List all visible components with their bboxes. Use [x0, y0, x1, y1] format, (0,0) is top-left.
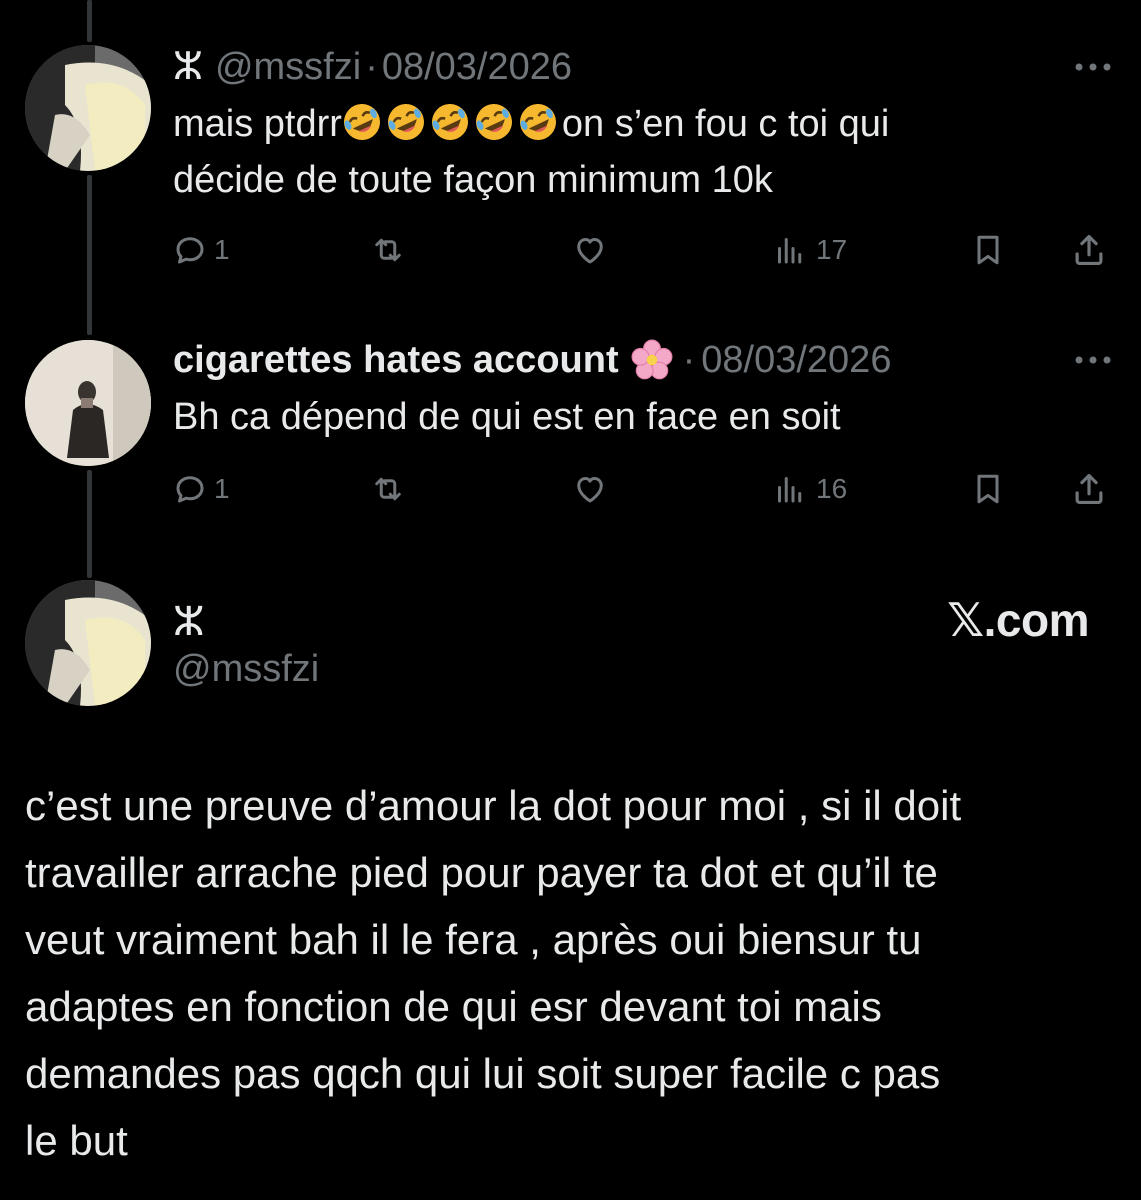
display-name[interactable]: cigarettes hates account [173, 338, 619, 382]
more-options-icon[interactable] [1073, 353, 1113, 367]
share-button[interactable] [1070, 464, 1108, 514]
rolling-on-floor-laughing-emoji [387, 104, 424, 140]
avatar[interactable] [25, 340, 151, 466]
post-line: adaptes en fonction de qui esr devant to… [25, 983, 882, 1030]
retweet-icon [375, 238, 401, 262]
display-name[interactable]: ⵣ [173, 45, 203, 89]
user-handle[interactable]: @mssfzi [173, 648, 319, 691]
heart-icon [577, 477, 603, 503]
views-button[interactable]: 17 [770, 225, 847, 275]
reply-button[interactable]: 1 [172, 464, 230, 514]
tweet-date[interactable]: 08/03/2026 [382, 45, 572, 89]
rolling-on-floor-laughing-emoji [343, 104, 380, 140]
thread-line-top [87, 0, 92, 42]
like-button[interactable] [570, 464, 610, 514]
tweet-date[interactable]: 08/03/2026 [701, 338, 891, 382]
display-name[interactable]: ⵣ [173, 599, 205, 645]
retweet-button[interactable] [368, 225, 408, 275]
tweet-actions: 1 16 [172, 464, 1117, 514]
text-segment: mais ptdrr [173, 103, 342, 145]
tweet-text-line: décide de toute façon minimum 10k [173, 159, 773, 201]
tweet-text-line: Bh ca dépend de qui est en face en soit [173, 396, 841, 438]
reply-count: 1 [214, 473, 230, 504]
analytics-icon [778, 477, 802, 503]
thread-line-1 [87, 175, 92, 335]
bookmark-icon [977, 474, 999, 504]
retweet-button[interactable] [368, 464, 408, 514]
post-line: veut vraiment bah il le fera , après oui… [25, 916, 922, 963]
analytics-icon [778, 238, 802, 264]
x-com-brand: 𝕏.com [947, 594, 1089, 646]
reply-button[interactable]: 1 [172, 225, 230, 275]
heart-icon [577, 238, 603, 264]
user-handle[interactable]: @mssfzi [215, 45, 361, 89]
post-line: c’est une preuve d’amour la dot pour moi… [25, 782, 962, 829]
tweet-header: cigarettes hates account · 08/03/2026 [173, 338, 891, 382]
rolling-on-floor-laughing-emoji [431, 104, 468, 140]
avatar[interactable] [25, 45, 151, 171]
thread-line-2 [87, 470, 92, 578]
more-options-icon[interactable] [1073, 60, 1113, 74]
tweet-actions: 1 17 [172, 225, 1117, 275]
retweet-icon [375, 477, 401, 501]
rolling-on-floor-laughing-emoji [519, 104, 556, 140]
post-body: c’est une preuve d’amour la dot pour moi… [25, 772, 1115, 1174]
bookmark-button[interactable] [970, 225, 1006, 275]
tweet-header: ⵣ @mssfzi · 08/03/2026 [173, 45, 572, 89]
separator: · [682, 339, 696, 381]
view-count: 17 [816, 234, 848, 265]
cherry-blossom-emoji [631, 339, 673, 380]
tweet-text: Bh ca dépend de qui est en face en soit [173, 389, 841, 445]
reply-icon [176, 476, 204, 503]
reply-count: 1 [214, 234, 230, 265]
share-button[interactable] [1070, 225, 1108, 275]
share-icon [1075, 473, 1103, 505]
tweet-text-line: mais ptdrr on s’en fou c toi qui [173, 96, 889, 152]
bookmark-button[interactable] [970, 464, 1006, 514]
post-line: travailler arrache pied pour payer ta do… [25, 849, 938, 896]
rolling-on-floor-laughing-emoji [475, 104, 512, 140]
views-button[interactable]: 16 [770, 464, 847, 514]
text-segment: on s’en fou c toi qui [561, 103, 890, 145]
separator: · [365, 46, 378, 88]
tweet-text: mais ptdrr on s’en fou c toi qui décide d… [173, 96, 889, 208]
post-line: demandes pas qqch qui lui soit super fac… [25, 1050, 941, 1097]
avatar[interactable] [25, 580, 151, 706]
reply-icon [176, 237, 204, 264]
view-count: 16 [816, 473, 848, 504]
bookmark-icon [977, 235, 999, 265]
share-icon [1075, 234, 1103, 266]
post-line: le but [25, 1117, 128, 1164]
like-button[interactable] [570, 225, 610, 275]
